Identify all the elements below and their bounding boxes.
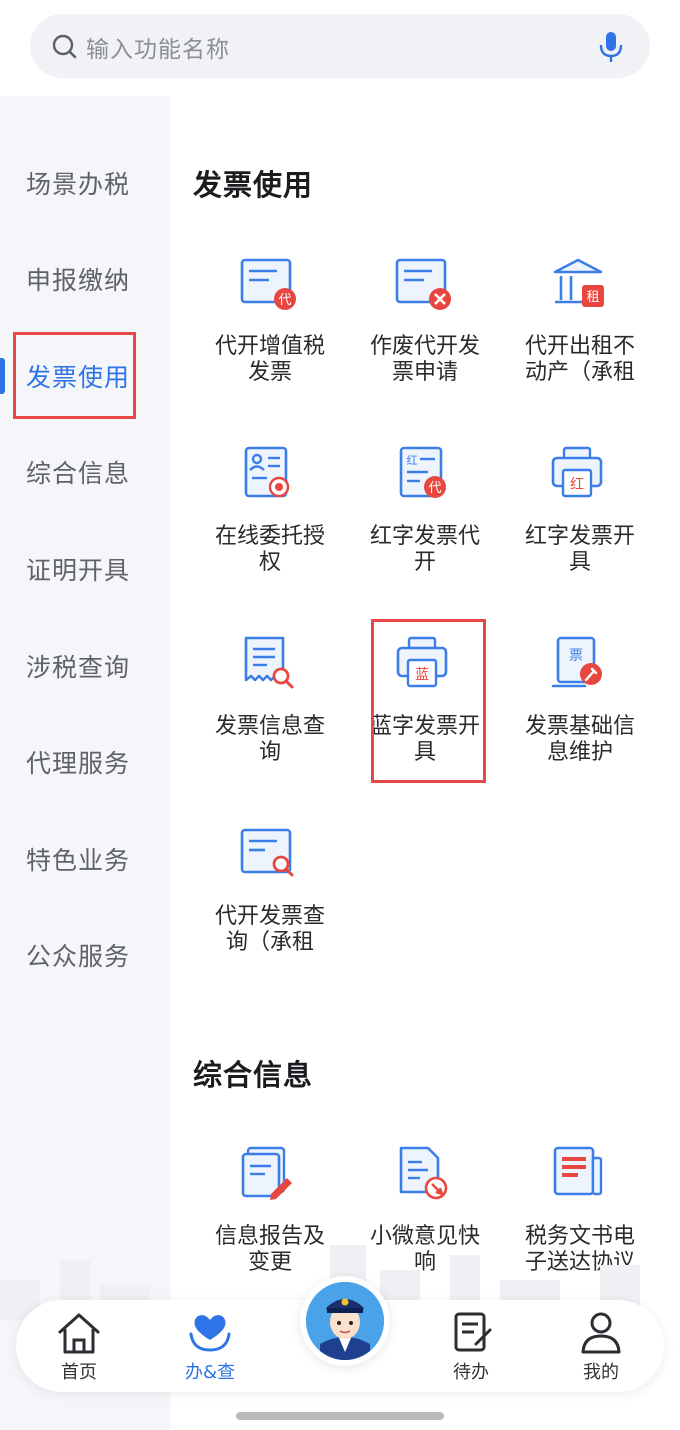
sidebar-item-public-service[interactable]: 公众服务 <box>0 925 170 985</box>
tab-label: 我的 <box>583 1362 619 1383</box>
tab-todo[interactable]: 待办 <box>416 1306 526 1386</box>
tile-vat-invoice-issue[interactable]: 代 代开增值税 发票 <box>192 254 348 414</box>
tile-red-invoice-agent[interactable]: 红 代 红字发票代开 <box>347 444 503 604</box>
invoice-search-icon <box>244 636 294 689</box>
sidebar-item-label: 场景办税 <box>26 170 131 199</box>
sidebar-item-label: 特色业务 <box>26 846 131 875</box>
tile-label: 发票信息查询 <box>214 714 325 765</box>
sidebar-item-general-info[interactable]: 综合信息 <box>0 442 170 502</box>
highlight-frame <box>13 332 136 419</box>
red-invoice-dai-icon: 红 代 <box>399 446 446 498</box>
tab-do-and-query[interactable]: 办&查 <box>155 1306 265 1386</box>
sidebar-item-scenario-tax[interactable]: 场景办税 <box>0 153 170 213</box>
tile-label: 代开增值税 发票 <box>214 334 325 385</box>
home-icon <box>58 1313 100 1354</box>
home-indicator <box>236 1412 444 1420</box>
svg-text:红: 红 <box>570 477 584 493</box>
tile-label: 作废代开发 票申请 <box>369 334 480 385</box>
highlight-frame <box>371 619 486 783</box>
tile-label: 红字发票代开 <box>369 524 480 575</box>
svg-text:红: 红 <box>407 454 418 467</box>
sidebar-item-label: 申报缴纳 <box>26 266 131 295</box>
category-sidebar: 场景办税 申报缴纳 发票使用 综合信息 证明开具 涉税查询 代理服务 特色业务 … <box>0 96 170 1430</box>
search-box[interactable]: 输入功能名称 <box>30 14 650 78</box>
tile-label: 红字发票开具 <box>524 524 635 575</box>
section-title: 发票使用 <box>193 168 314 202</box>
invoice-dai-icon: 代 <box>240 258 296 310</box>
feedback-icon <box>399 1146 448 1200</box>
tile-label: 发票基础信 息维护 <box>524 714 635 765</box>
tile-label: 代开出租不 动产（承租 <box>524 334 635 385</box>
tax-officer-avatar-icon <box>306 1282 384 1360</box>
tile-invoice-basic-maintain[interactable]: 票 发票基础信 息维护 <box>502 634 658 794</box>
tile-label: 在线委托授权 <box>214 524 325 575</box>
svg-text:代: 代 <box>428 481 441 496</box>
invoice-void-icon <box>395 258 451 310</box>
tab-label: 办&查 <box>184 1362 236 1383</box>
section-title: 综合信息 <box>193 1058 314 1092</box>
svg-text:票: 票 <box>569 648 583 664</box>
assistant-avatar-button[interactable] <box>300 1276 390 1366</box>
sidebar-item-label: 证明开具 <box>26 556 131 585</box>
sidebar-item-label: 涉税查询 <box>26 653 131 682</box>
tile-void-invoice-apply[interactable]: 作废代开发 票申请 <box>347 254 503 414</box>
sidebar-item-tax-query[interactable]: 涉税查询 <box>0 636 170 696</box>
search-bar-container: 输入功能名称 <box>8 0 672 96</box>
sidebar-item-label: 代理服务 <box>26 749 131 778</box>
sidebar-item-label: 综合信息 <box>26 459 131 488</box>
authorize-icon <box>244 446 290 498</box>
svg-text:租: 租 <box>586 290 599 305</box>
tile-red-invoice-issue[interactable]: 红 红字发票开具 <box>502 444 658 604</box>
search-icon <box>52 34 77 59</box>
invoice-maintain-icon: 票 <box>551 636 602 688</box>
tile-online-authorize[interactable]: 在线委托授权 <box>192 444 348 604</box>
document-icon <box>553 1146 603 1196</box>
tab-mine[interactable]: 我的 <box>546 1306 656 1386</box>
svg-text:代: 代 <box>278 293 291 308</box>
report-edit-icon <box>241 1146 292 1200</box>
red-invoice-printer-icon: 红 <box>551 446 603 498</box>
tile-rent-property-invoice[interactable]: 租 代开出租不 动产（承租 <box>502 254 658 414</box>
tile-agent-invoice-query[interactable]: 代开发票查 询（承租 <box>192 824 348 984</box>
tile-invoice-info-query[interactable]: 发票信息查询 <box>192 634 348 794</box>
tab-home[interactable]: 首页 <box>24 1306 134 1386</box>
microphone-icon[interactable] <box>598 30 624 64</box>
assistant-avatar <box>306 1282 384 1360</box>
tile-label: 代开发票查 询（承租 <box>214 904 325 955</box>
sidebar-item-label: 公众服务 <box>26 942 131 971</box>
user-icon <box>581 1312 621 1354</box>
sidebar-item-agent-service[interactable]: 代理服务 <box>0 732 170 792</box>
active-indicator <box>0 358 5 394</box>
rent-building-icon: 租 <box>553 258 604 307</box>
heart-hands-icon <box>189 1315 231 1352</box>
todo-icon <box>454 1312 492 1352</box>
sidebar-item-declare-pay[interactable]: 申报缴纳 <box>0 249 170 309</box>
sidebar-item-special-business[interactable]: 特色业务 <box>0 829 170 889</box>
search-input[interactable]: 输入功能名称 <box>86 30 230 64</box>
sidebar-item-certificate[interactable]: 证明开具 <box>0 539 170 599</box>
tab-label: 待办 <box>453 1362 489 1383</box>
tab-label: 首页 <box>61 1362 97 1383</box>
invoice-query-icon <box>240 828 294 877</box>
